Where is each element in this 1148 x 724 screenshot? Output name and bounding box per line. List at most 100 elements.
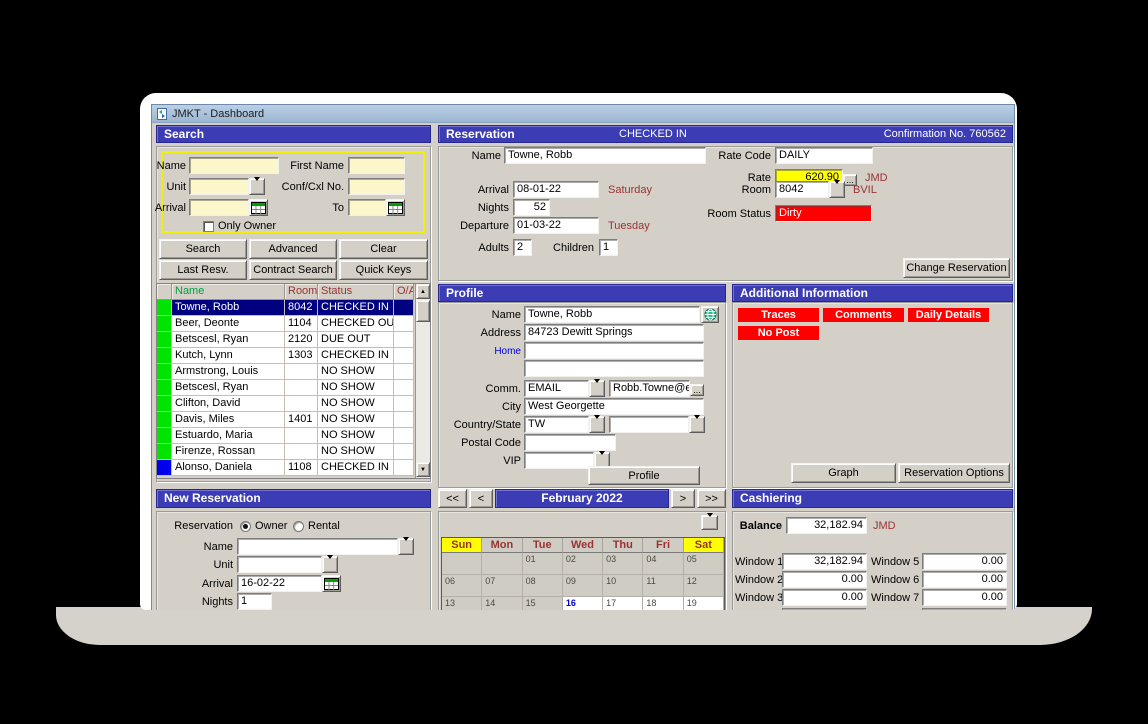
- state-dropdown-icon[interactable]: [689, 416, 705, 433]
- cell-room: [285, 364, 318, 380]
- comments-badge[interactable]: Comments: [823, 308, 904, 322]
- comm-value-field[interactable]: Robb.Towne@ex: [609, 380, 690, 397]
- calendar-day-cell[interactable]: 04: [643, 553, 683, 575]
- comm-type-field[interactable]: EMAIL: [524, 380, 589, 397]
- calendar-next-month-button[interactable]: >: [671, 489, 695, 508]
- search-firstname-label: First Name: [280, 158, 344, 175]
- profile-button[interactable]: Profile: [588, 466, 700, 485]
- calendar-day-cell[interactable]: 06: [442, 575, 482, 597]
- col-room[interactable]: Room: [285, 284, 318, 300]
- search-button[interactable]: Search: [159, 239, 247, 259]
- calendar-day-cell[interactable]: [482, 553, 522, 575]
- calendar-day-cell[interactable]: 17: [603, 597, 643, 610]
- nr-nights-field[interactable]: 1: [237, 593, 272, 610]
- calendar-prev-year-button[interactable]: <<: [438, 489, 467, 508]
- status-color-cell: [157, 412, 172, 428]
- nights-field[interactable]: 52: [513, 199, 550, 216]
- nr-arrival-field[interactable]: 16-02-22: [237, 575, 322, 592]
- calendar-day-cell[interactable]: 07: [482, 575, 522, 597]
- calendar-day-cell[interactable]: 12: [684, 575, 724, 597]
- col-status[interactable]: Status: [318, 284, 394, 300]
- calendar-day-cell[interactable]: 05: [684, 553, 724, 575]
- search-name-input[interactable]: [189, 157, 279, 174]
- calendar-day-cell[interactable]: 13: [442, 597, 482, 610]
- cell-room: 1401: [285, 412, 318, 428]
- departure-field[interactable]: 01-03-22: [513, 217, 599, 234]
- owner-radio[interactable]: [240, 521, 251, 532]
- state-field[interactable]: [609, 416, 689, 433]
- home-link-label[interactable]: Home: [441, 343, 521, 360]
- search-to-calendar-icon[interactable]: [386, 199, 405, 216]
- col-name[interactable]: Name: [172, 284, 285, 300]
- calendar-day-cell[interactable]: 01: [523, 553, 563, 575]
- search-arrival-calendar-icon[interactable]: [249, 199, 268, 216]
- country-field[interactable]: TW: [524, 416, 589, 433]
- comm-dropdown-icon[interactable]: [589, 380, 605, 397]
- profile-name-field[interactable]: Towne, Robb: [524, 306, 700, 323]
- daily-details-badge[interactable]: Daily Details: [908, 308, 989, 322]
- adults-field[interactable]: 2: [513, 239, 532, 256]
- nr-name-dropdown-icon[interactable]: [398, 538, 414, 555]
- nr-unit-dropdown-icon[interactable]: [322, 556, 338, 573]
- calendar-day-cell[interactable]: 11: [643, 575, 683, 597]
- calendar-day-cell[interactable]: 02: [563, 553, 603, 575]
- address2-field[interactable]: [524, 342, 704, 359]
- calendar-day-cell[interactable]: 15: [523, 597, 563, 610]
- calendar-day-cell[interactable]: 18: [643, 597, 683, 610]
- calendar-day-cell[interactable]: 03: [603, 553, 643, 575]
- scroll-up-icon[interactable]: ▲: [416, 284, 430, 299]
- contract-search-button[interactable]: Contract Search: [249, 260, 337, 280]
- postal-code-field[interactable]: [524, 434, 616, 451]
- table-scrollbar[interactable]: ▲ ▼: [415, 284, 430, 478]
- search-firstname-input[interactable]: [348, 157, 405, 174]
- city-field[interactable]: West Georgette: [524, 398, 704, 415]
- no-post-badge[interactable]: No Post: [738, 326, 819, 340]
- calendar-day-cell[interactable]: 10: [603, 575, 643, 597]
- calendar-day-cell[interactable]: 08: [523, 575, 563, 597]
- advanced-button[interactable]: Advanced: [249, 239, 337, 259]
- calendar-day-cell[interactable]: 19: [684, 597, 724, 610]
- rate-code-field[interactable]: DAILY: [775, 147, 873, 164]
- calendar-prev-month-button[interactable]: <: [469, 489, 493, 508]
- vip-field[interactable]: [524, 452, 594, 469]
- calendar-view-dropdown-icon[interactable]: [701, 515, 718, 530]
- room-field[interactable]: 8042: [775, 181, 829, 198]
- departure-label: Departure: [441, 218, 509, 235]
- address-field[interactable]: 84723 Dewitt Springs: [524, 324, 704, 341]
- quick-keys-button[interactable]: Quick Keys: [339, 260, 428, 280]
- calendar-next-year-button[interactable]: >>: [697, 489, 726, 508]
- traces-badge[interactable]: Traces: [738, 308, 819, 322]
- reservation-options-button[interactable]: Reservation Options: [898, 463, 1010, 483]
- only-owner-checkbox[interactable]: [203, 221, 214, 232]
- change-reservation-button[interactable]: Change Reservation: [903, 258, 1010, 278]
- rental-radio[interactable]: [293, 521, 304, 532]
- graph-button[interactable]: Graph: [791, 463, 896, 483]
- nr-arrival-calendar-icon[interactable]: [322, 575, 341, 592]
- nr-name-field[interactable]: [237, 538, 398, 555]
- res-name-field[interactable]: Towne, Robb: [504, 147, 706, 164]
- children-field[interactable]: 1: [599, 239, 618, 256]
- calendar-day-cell-selected[interactable]: 16: [563, 597, 603, 610]
- clear-button[interactable]: Clear: [339, 239, 428, 259]
- address3-field[interactable]: [524, 360, 704, 377]
- calendar-day-cell[interactable]: 14: [482, 597, 522, 610]
- search-arrival-input[interactable]: [189, 199, 249, 216]
- comm-more-button[interactable]: ...: [690, 384, 704, 396]
- scroll-down-icon[interactable]: ▼: [416, 462, 430, 477]
- res-arrival-field[interactable]: 08-01-22: [513, 181, 599, 198]
- nr-unit-field[interactable]: [237, 556, 322, 573]
- country-dropdown-icon[interactable]: [589, 416, 605, 433]
- window-titlebar[interactable]: JMKT - Dashboard: [152, 105, 1014, 123]
- search-to-input[interactable]: [348, 199, 386, 216]
- scroll-thumb[interactable]: [416, 300, 430, 322]
- search-unit-input[interactable]: [189, 178, 249, 195]
- cell-room: [285, 428, 318, 444]
- calendar-day-cell[interactable]: [442, 553, 482, 575]
- search-conf-input[interactable]: [348, 178, 405, 195]
- room-dropdown-icon[interactable]: [829, 181, 845, 198]
- globe-icon[interactable]: [701, 306, 719, 323]
- calendar-day-cell[interactable]: 09: [563, 575, 603, 597]
- search-unit-dropdown-icon[interactable]: [249, 178, 265, 195]
- last-resv-button[interactable]: Last Resv.: [159, 260, 247, 280]
- col-oa[interactable]: O/A: [394, 284, 414, 300]
